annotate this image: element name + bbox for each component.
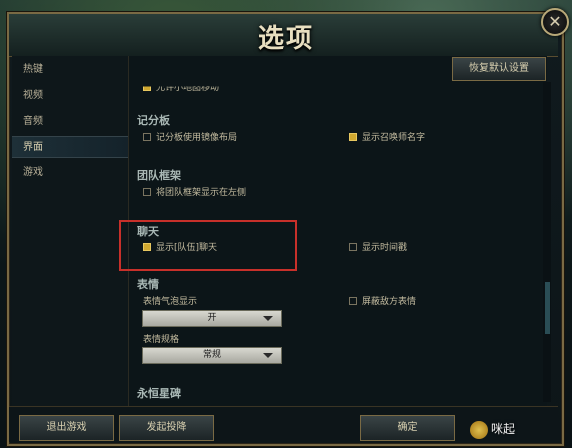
sidebar-item-audio[interactable]: 音频 <box>12 111 128 133</box>
label-emote-scale: 表情规格 <box>143 335 180 345</box>
exit-game-button[interactable]: 退出游戏 <box>19 415 114 441</box>
scrollbar-thumb[interactable] <box>545 282 550 334</box>
checkbox-icon <box>143 132 151 141</box>
option-show-summoner-names[interactable]: 显示召唤师名字 <box>349 130 425 143</box>
watermark: 咪起 <box>470 420 570 444</box>
label-emote-bubble: 表情气泡显示 <box>143 297 198 307</box>
sidebar-item-interface[interactable]: 界面 <box>12 136 128 158</box>
close-icon: ✕ <box>548 12 562 31</box>
checkbox-icon <box>349 296 357 305</box>
chat-highlight-box <box>119 220 297 271</box>
section-scoreboard-title: 记分板 <box>137 114 170 127</box>
watermark-logo-icon <box>470 420 488 439</box>
checkbox-icon <box>349 132 357 141</box>
chevron-down-icon <box>263 316 273 321</box>
sidebar: 热键 视频 音频 界面 游戏 <box>12 56 129 406</box>
settings-scrollbar[interactable] <box>543 82 551 402</box>
window-title: 选项 <box>257 24 314 54</box>
chevron-down-icon <box>263 353 273 358</box>
emote-bubble-dropdown[interactable]: 开 <box>142 310 282 327</box>
reset-defaults-button[interactable]: 恢复默认设置 <box>452 57 546 81</box>
option-team-frame-left[interactable]: 将团队框架显示在左侧 <box>143 185 246 198</box>
checkbox-icon <box>143 187 151 196</box>
ok-button[interactable]: 确定 <box>360 415 455 441</box>
option-mute-enemy-emotes[interactable]: 屏蔽敌方表情 <box>349 294 416 307</box>
option-show-timestamps[interactable]: 显示时间戳 <box>349 240 407 253</box>
surrender-button[interactable]: 发起投降 <box>119 415 214 441</box>
sidebar-item-hotkeys[interactable]: 热键 <box>12 59 128 81</box>
section-team-frame-title: 团队框架 <box>137 169 181 182</box>
emote-scale-dropdown[interactable]: 常规 <box>142 347 282 364</box>
checkbox-icon <box>349 242 357 251</box>
section-emotes-title: 表情 <box>137 278 159 291</box>
sidebar-item-video[interactable]: 视频 <box>12 85 128 107</box>
sidebar-item-game[interactable]: 游戏 <box>12 162 128 184</box>
section-eternal-title: 永恒星碑 <box>137 387 181 400</box>
close-button[interactable]: ✕ <box>541 8 569 36</box>
option-scoreboard-mirror[interactable]: 记分板使用镜像布局 <box>143 130 237 143</box>
